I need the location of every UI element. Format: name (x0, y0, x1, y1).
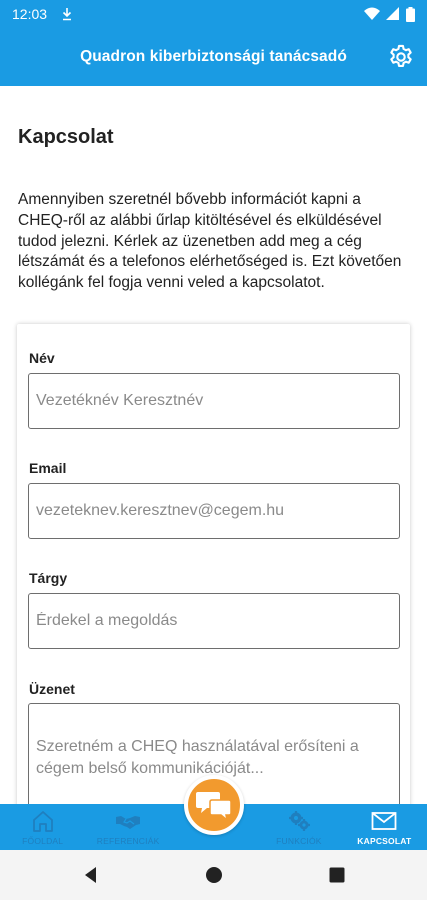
recents-icon[interactable] (326, 864, 348, 886)
nav-label-home: FŐOLDAL (22, 836, 64, 846)
subject-label: Tárgy (29, 570, 68, 586)
page-title: Kapcsolat (18, 126, 114, 148)
status-bar: 12:03 (0, 0, 427, 28)
subject-input[interactable] (28, 593, 400, 649)
intro-text: Amennyiben szeretnél bővebb információt … (18, 191, 402, 292)
message-label: Üzenet (29, 681, 75, 697)
nav-label-features: FUNKCIÓK (276, 836, 322, 846)
nav-item-home[interactable]: FŐOLDAL (0, 804, 85, 850)
download-icon (62, 8, 72, 21)
app-bar: Quadron kiberbiztonsági tanácsadó (0, 28, 427, 86)
app-title: Quadron kiberbiztonsági tanácsadó (80, 48, 347, 65)
gears-icon (288, 811, 310, 831)
nav-item-contact[interactable]: KAPCSOLAT (342, 804, 427, 850)
settings-gear-icon[interactable] (387, 43, 415, 71)
nav-label-contact: KAPCSOLAT (357, 836, 412, 846)
home-button-icon[interactable] (203, 864, 225, 886)
chat-fab-button[interactable] (184, 775, 244, 835)
home-icon (32, 811, 53, 832)
nav-item-references[interactable]: REFERENCIÁK (85, 804, 170, 850)
email-label: Email (29, 460, 67, 476)
envelope-icon (371, 812, 397, 830)
email-input[interactable] (28, 483, 400, 539)
system-navigation-bar (0, 850, 427, 900)
contact-page[interactable]: Kapcsolat Amennyiben szeretnél bővebb in… (0, 86, 427, 804)
name-label: Név (29, 350, 55, 366)
nav-item-features[interactable]: FUNKCIÓK (256, 804, 341, 850)
chat-bubbles-icon (196, 792, 232, 822)
signal-icon (386, 7, 399, 20)
nav-label-references: REFERENCIÁK (96, 836, 160, 846)
contact-form-card: Név Email Tárgy Üzenet (17, 324, 410, 804)
name-input[interactable] (28, 373, 400, 429)
status-time: 12:03 (12, 6, 48, 22)
battery-icon (406, 6, 415, 22)
back-icon[interactable] (80, 864, 102, 886)
handshake-icon (116, 816, 141, 829)
wifi-icon (364, 7, 380, 20)
